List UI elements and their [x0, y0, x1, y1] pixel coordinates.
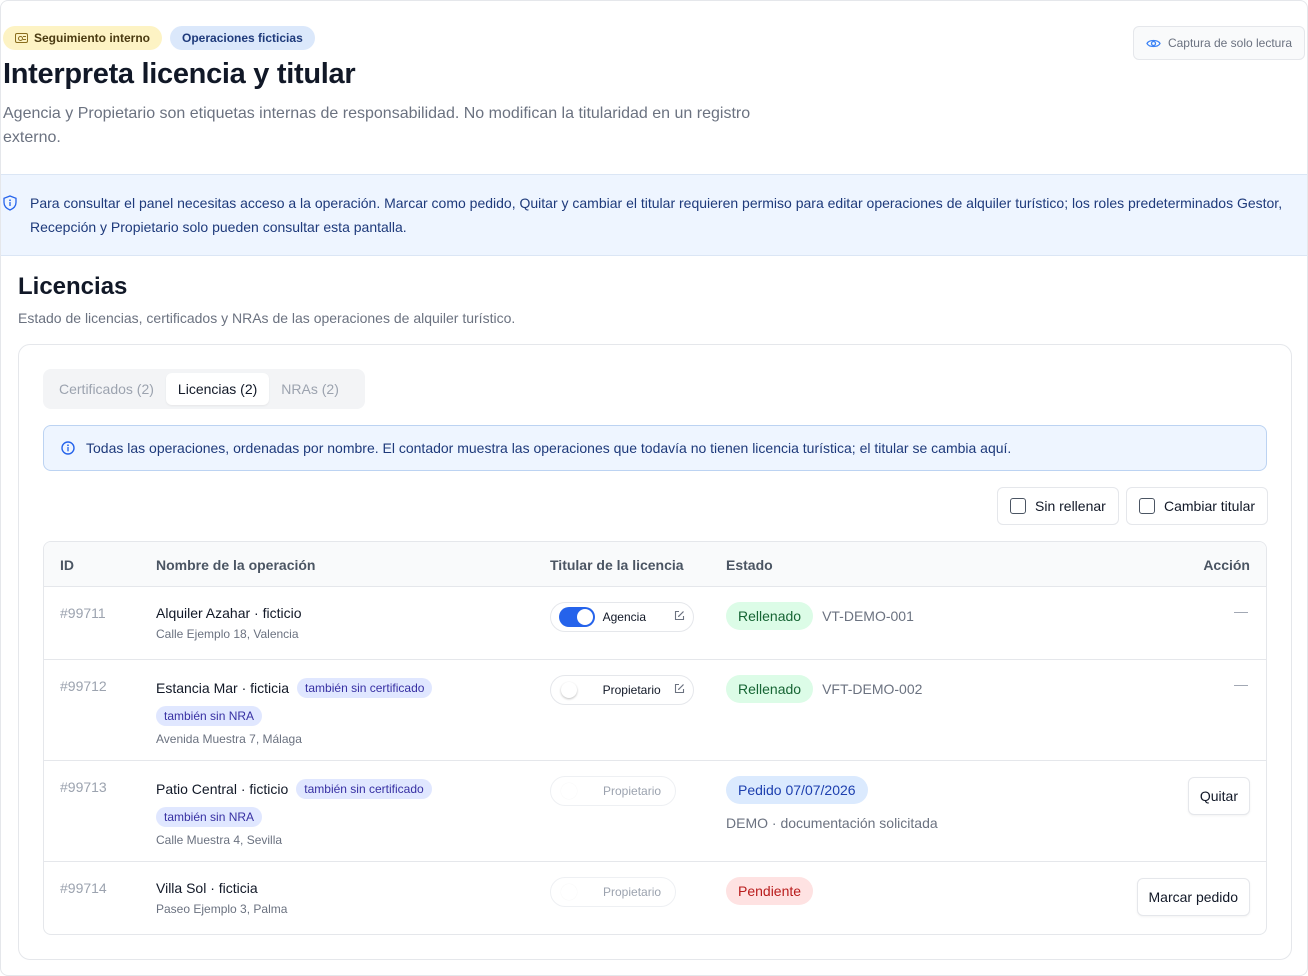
table-row: #99714 Villa Sol · ficticia Paseo Ejempl…	[44, 862, 1266, 934]
holder-toggle[interactable]: Propietario	[550, 675, 694, 705]
holder-label: Agencia	[602, 610, 646, 624]
app-frame: Seguimiento interno Operaciones ficticia…	[0, 0, 1308, 976]
licenses-card: Certificados (2) Licencias (2) NRAs (2) …	[18, 344, 1292, 960]
operation-address: Avenida Muestra 7, Málaga	[156, 732, 302, 746]
column-status: Estado	[726, 557, 773, 573]
change-holder-checkbox[interactable]	[1139, 498, 1155, 514]
info-notice: Todas las operaciones, ordenadas por nom…	[43, 425, 1267, 471]
status-cell: Pedido 07/07/2026	[726, 776, 868, 804]
missing-certificate-tag: también sin certificado	[296, 779, 432, 799]
holder-toggle[interactable]: Agencia	[550, 602, 694, 632]
status-badge: Rellenado	[726, 602, 814, 630]
tab-list: Certificados (2) Licencias (2) NRAs (2)	[43, 369, 365, 409]
operation-cell: Alquiler Azahar · ficticio Calle Ejemplo…	[156, 605, 536, 641]
holder-switch	[559, 882, 595, 902]
operation-cell: Estancia Mar · ficticia también sin cert…	[156, 678, 456, 746]
status-cell: Pendiente	[726, 877, 814, 905]
internal-tracking-label: Seguimiento interno	[34, 31, 151, 45]
status-badge: Pendiente	[726, 877, 814, 905]
tab-licenses[interactable]: Licencias (2)	[165, 373, 270, 405]
edit-icon[interactable]	[674, 610, 685, 624]
license-code: VT-DEMO-001	[822, 608, 914, 624]
operation-cell: Patio Central · ficticio también sin cer…	[156, 779, 456, 847]
table-row: #99711 Alquiler Azahar · ficticio Calle …	[44, 587, 1266, 660]
section-title: Licencias	[18, 273, 128, 300]
holder-label: Propietario	[602, 683, 661, 697]
internal-tracking-badge: Seguimiento interno	[3, 26, 163, 50]
operation-address: Calle Ejemplo 18, Valencia	[156, 627, 299, 641]
remove-button[interactable]: Quitar	[1187, 777, 1250, 815]
operation-address: Paseo Ejemplo 3, Palma	[156, 902, 288, 916]
unfilled-filter-label: Sin rellenar	[1035, 498, 1106, 514]
holder-label: Propietario	[603, 784, 662, 798]
header-badges: Seguimiento interno Operaciones ficticia…	[3, 26, 315, 50]
permission-notice-text: Para consultar el panel necesitas acceso…	[30, 195, 1283, 235]
no-action-indicator: —	[1234, 676, 1248, 692]
missing-nra-tag: también sin NRA	[156, 807, 263, 827]
operation-id: #99712	[60, 678, 107, 694]
column-action: Acción	[1203, 557, 1250, 573]
operation-id: #99711	[60, 605, 106, 621]
holder-switch	[559, 781, 595, 801]
operation-id: #99713	[60, 779, 107, 795]
status-cell: Rellenado VT-DEMO-001	[726, 602, 914, 630]
fictitious-operations-badge: Operaciones ficticias	[170, 26, 315, 50]
status-note: DEMO · documentación solicitada	[726, 815, 938, 831]
page-title: Interpreta licencia y titular	[3, 58, 356, 90]
operation-name: Villa Sol · ficticia	[156, 880, 258, 896]
section-subtitle: Estado de licencias, certificados y NRAs…	[18, 310, 516, 326]
unfilled-checkbox[interactable]	[1010, 498, 1026, 514]
operation-cell: Villa Sol · ficticia Paseo Ejemplo 3, Pa…	[156, 880, 536, 916]
info-icon	[61, 441, 75, 460]
missing-certificate-tag: también sin certificado	[297, 678, 433, 698]
change-holder-filter-label: Cambiar titular	[1164, 498, 1256, 514]
column-holder: Titular de la licencia	[550, 557, 684, 573]
table-row: #99712 Estancia Mar · ficticia también s…	[44, 660, 1266, 761]
shield-info-icon	[3, 195, 17, 216]
holder-switch[interactable]	[559, 680, 595, 700]
tab-certificates[interactable]: Certificados (2)	[47, 373, 166, 405]
operation-name: Patio Central · ficticio	[156, 781, 289, 797]
no-action-indicator: —	[1234, 603, 1248, 619]
licenses-table: ID Nombre de la operación Titular de la …	[43, 541, 1267, 935]
permission-notice: Para consultar el panel necesitas acceso…	[1, 174, 1307, 256]
edit-icon[interactable]	[674, 683, 685, 697]
readonly-capture-chip: Captura de solo lectura	[1133, 26, 1305, 60]
operation-name: Estancia Mar · ficticia	[156, 680, 290, 696]
operation-id: #99714	[60, 880, 107, 896]
holder-toggle: Propietario	[550, 877, 676, 907]
holder-toggle: Propietario	[550, 776, 676, 806]
eye-icon	[1146, 38, 1161, 49]
table-row: #99713 Patio Central · ficticio también …	[44, 761, 1266, 862]
operation-name: Alquiler Azahar · ficticio	[156, 605, 302, 621]
page-subtitle: Agencia y Propietario son etiquetas inte…	[3, 105, 751, 146]
table-header: ID Nombre de la operación Titular de la …	[44, 542, 1266, 587]
info-notice-text: Todas las operaciones, ordenadas por nom…	[86, 440, 1012, 456]
tab-nras[interactable]: NRAs (2)	[269, 373, 351, 405]
status-cell: Rellenado VFT-DEMO-002	[726, 675, 922, 703]
column-id: ID	[60, 557, 74, 573]
status-badge: Pedido 07/07/2026	[726, 776, 868, 804]
missing-nra-tag: también sin NRA	[156, 706, 263, 726]
column-name: Nombre de la operación	[156, 557, 316, 573]
license-code: VFT-DEMO-002	[822, 681, 923, 697]
change-holder-filter[interactable]: Cambiar titular	[1126, 487, 1269, 525]
operation-address: Calle Muestra 4, Sevilla	[156, 833, 283, 847]
status-badge: Rellenado	[726, 675, 814, 703]
readonly-capture-label: Captura de solo lectura	[1167, 36, 1293, 50]
unfilled-filter[interactable]: Sin rellenar	[997, 487, 1119, 525]
holder-label: Propietario	[603, 885, 662, 899]
mark-requested-button[interactable]: Marcar pedido	[1136, 878, 1250, 916]
holder-switch[interactable]	[559, 607, 595, 627]
id-card-icon	[15, 33, 28, 43]
